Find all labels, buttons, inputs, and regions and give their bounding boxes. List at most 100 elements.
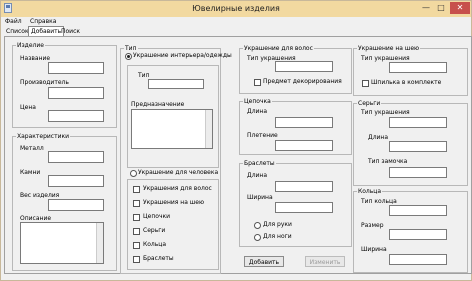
status-bar bbox=[1, 273, 471, 281]
interior-radio[interactable] bbox=[125, 53, 132, 60]
menu-file[interactable]: Файл bbox=[5, 18, 22, 25]
person-radio[interactable] bbox=[130, 170, 137, 177]
metal-input[interactable] bbox=[48, 151, 104, 163]
hair-type-input[interactable] bbox=[275, 61, 333, 72]
metal-label: Металл bbox=[20, 145, 44, 152]
weave-label: Плетение bbox=[247, 132, 278, 139]
pendant-checkbox[interactable] bbox=[362, 80, 369, 87]
item-group: Изделие Название Производитель Цена bbox=[12, 42, 117, 128]
purpose-scrollbar[interactable] bbox=[205, 110, 212, 148]
earrings-length-input[interactable] bbox=[389, 141, 447, 152]
maker-label: Производитель bbox=[20, 79, 69, 86]
chain-group: Цепочка Длина Плетение bbox=[239, 98, 352, 155]
hand-radio[interactable] bbox=[254, 222, 261, 229]
hair-checkbox-label: Украшения для волос bbox=[143, 185, 212, 192]
neck-group-title: Украшение на шею bbox=[357, 45, 421, 52]
app-window: Ювелирные изделия — □ ✕ Файл Справка Спи… bbox=[0, 0, 472, 281]
price-input[interactable] bbox=[48, 110, 104, 122]
add-button[interactable]: Добавить bbox=[244, 256, 284, 267]
earrings-group-title: Серьги bbox=[357, 100, 382, 107]
neck-checkbox-label: Украшения на шею bbox=[143, 199, 205, 206]
earrings-type-input[interactable] bbox=[389, 117, 447, 128]
item-group-title: Изделие bbox=[16, 42, 45, 49]
decor-checkbox[interactable] bbox=[254, 79, 261, 86]
ring-type-label: Тип кольца bbox=[361, 198, 397, 205]
clasp-label: Тип замочка bbox=[368, 158, 408, 165]
earrings-length-label: Длина bbox=[368, 134, 389, 141]
pendant-checkbox-label: Шпилька в комплекте bbox=[371, 79, 442, 86]
hair-group: Украшение для волос Тип украшения Предме… bbox=[239, 45, 352, 94]
interior-type-label: Тип bbox=[138, 72, 150, 79]
ring-width-input[interactable] bbox=[389, 254, 447, 265]
bracelet-length-label: Длина bbox=[247, 172, 268, 179]
earrings-checkbox-label: Серьги bbox=[143, 227, 166, 234]
earrings-group: Серьги Тип украшения Длина Тип замочка bbox=[353, 100, 468, 186]
ring-width-label: Ширина bbox=[361, 246, 387, 253]
chain-checkbox[interactable] bbox=[133, 214, 140, 221]
tab-search[interactable]: Поиск bbox=[59, 27, 82, 36]
hair-checkbox[interactable] bbox=[133, 186, 140, 193]
interior-type-input[interactable] bbox=[148, 79, 204, 89]
interior-subgroup: Тип Предназначение bbox=[127, 65, 219, 168]
name-label: Название bbox=[20, 55, 51, 62]
ring-size-label: Размер bbox=[361, 222, 384, 229]
add-tab-page: Изделие Название Производитель Цена Хара… bbox=[4, 36, 472, 274]
purpose-textarea[interactable] bbox=[131, 109, 213, 149]
earrings-type-label: Тип украшения bbox=[361, 109, 410, 116]
description-scrollbar[interactable] bbox=[96, 223, 103, 263]
rings-checkbox[interactable] bbox=[133, 242, 140, 249]
ring-size-input[interactable] bbox=[389, 229, 447, 240]
neck-checkbox[interactable] bbox=[133, 200, 140, 207]
interior-radio-label: Украшение интерьера/одежды bbox=[133, 52, 232, 59]
ring-type-input[interactable] bbox=[389, 205, 447, 216]
clasp-input[interactable] bbox=[389, 167, 447, 178]
leg-radio-label: Для ноги bbox=[263, 233, 292, 240]
hand-radio-label: Для руки bbox=[263, 221, 292, 228]
name-input[interactable] bbox=[48, 62, 104, 74]
rings-group: Кольца Тип кольца Размер Ширина bbox=[353, 188, 468, 273]
characteristics-group-title: Характеристики bbox=[16, 133, 71, 140]
bracelets-checkbox[interactable] bbox=[133, 256, 140, 263]
tab-list[interactable]: Список bbox=[4, 27, 31, 36]
maximize-button[interactable]: □ bbox=[434, 2, 448, 14]
earrings-checkbox[interactable] bbox=[133, 228, 140, 235]
title-bar[interactable]: Ювелирные изделия — □ ✕ bbox=[1, 1, 471, 17]
close-button[interactable]: ✕ bbox=[450, 2, 470, 14]
window-title: Ювелирные изделия bbox=[192, 4, 280, 13]
weight-label: Вес изделия bbox=[20, 192, 60, 199]
person-subgroup: Украшения для волос Украшения на шею Цеп… bbox=[127, 179, 219, 270]
person-radio-label: Украшение для человека bbox=[138, 169, 219, 176]
rings-checkbox-label: Кольца bbox=[143, 241, 167, 248]
purpose-label: Предназначение bbox=[131, 101, 185, 108]
stones-label: Камни bbox=[20, 169, 41, 176]
edit-button[interactable]: Изменить bbox=[305, 256, 345, 267]
bracelets-group: Браслеты Длина Ширина Для руки Для ноги bbox=[239, 160, 352, 247]
maker-input[interactable] bbox=[48, 87, 104, 99]
bracelet-width-label: Ширина bbox=[247, 194, 273, 201]
chain-length-label: Длина bbox=[247, 108, 268, 115]
description-label: Описание bbox=[20, 215, 52, 222]
bracelets-group-title: Браслеты bbox=[243, 160, 276, 167]
stones-input[interactable] bbox=[48, 175, 104, 187]
chain-length-input[interactable] bbox=[275, 117, 333, 128]
neck-group: Украшение на шею Тип украшения Шпилька в… bbox=[353, 45, 468, 96]
rings-group-title: Кольца bbox=[357, 188, 383, 195]
menu-help[interactable]: Справка bbox=[30, 18, 56, 25]
characteristics-group: Характеристики Металл Камни Вес изделия … bbox=[12, 133, 117, 271]
minimize-button[interactable]: — bbox=[419, 2, 433, 14]
weave-input[interactable] bbox=[275, 140, 333, 151]
leg-radio[interactable] bbox=[254, 234, 261, 241]
hair-group-title: Украшение для волос bbox=[243, 45, 314, 52]
decor-checkbox-label: Предмет декорирования bbox=[263, 78, 342, 85]
price-label: Цена bbox=[20, 104, 36, 111]
chain-group-title: Цепочка bbox=[243, 98, 272, 105]
weight-input[interactable] bbox=[48, 199, 104, 211]
menu-bar: Файл Справка bbox=[1, 17, 471, 26]
neck-type-input[interactable] bbox=[389, 62, 447, 73]
bracelet-length-input[interactable] bbox=[275, 181, 333, 192]
type-group: Тип Украшение интерьера/одежды Тип Предн… bbox=[120, 45, 232, 274]
description-textarea[interactable] bbox=[20, 222, 104, 264]
bracelet-width-input[interactable] bbox=[275, 202, 333, 213]
bracelets-checkbox-label: Браслеты bbox=[143, 255, 174, 262]
chain-checkbox-label: Цепочки bbox=[143, 213, 171, 220]
